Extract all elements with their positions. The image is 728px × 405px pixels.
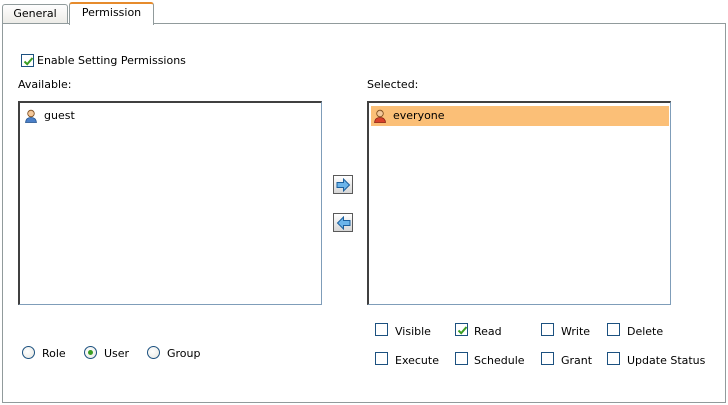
enable-permissions-checkbox[interactable]: [21, 54, 34, 67]
selected-list[interactable]: everyone: [367, 101, 671, 305]
tab-general[interactable]: General: [2, 4, 68, 24]
checkmark-icon: [457, 326, 468, 335]
radio-selected-dot: [88, 350, 93, 355]
arrow-right-icon: [336, 178, 351, 192]
visible-label: Visible: [395, 325, 431, 338]
arrow-left-icon: [336, 216, 351, 230]
execute-label: Execute: [395, 354, 439, 367]
selected-heading: Selected:: [367, 78, 419, 91]
user-radio-label: User: [104, 347, 130, 360]
update-status-checkbox[interactable]: [607, 352, 620, 365]
list-item-label: guest: [44, 109, 75, 122]
list-item[interactable]: everyone: [371, 106, 669, 126]
update-status-label: Update Status: [627, 354, 706, 367]
move-left-button[interactable]: [333, 213, 353, 232]
delete-label: Delete: [627, 325, 664, 338]
user-icon: [25, 109, 37, 123]
available-list[interactable]: guest: [18, 101, 322, 305]
list-item-label: everyone: [393, 109, 445, 122]
delete-checkbox[interactable]: [607, 323, 620, 336]
enable-permissions-label: Enable Setting Permissions: [37, 54, 186, 67]
role-radio[interactable]: [22, 346, 35, 359]
group-radio[interactable]: [147, 346, 160, 359]
group-radio-label: Group: [167, 347, 201, 360]
checkmark-icon: [23, 57, 34, 66]
grant-checkbox[interactable]: [541, 352, 554, 365]
write-label: Write: [561, 325, 591, 338]
visible-checkbox[interactable]: [375, 323, 388, 336]
move-right-button[interactable]: [333, 175, 353, 194]
write-checkbox[interactable]: [541, 323, 554, 336]
list-item[interactable]: guest: [22, 106, 318, 126]
read-checkbox[interactable]: [455, 323, 468, 336]
schedule-checkbox[interactable]: [455, 352, 468, 365]
role-radio-label: Role: [42, 347, 66, 360]
user-radio[interactable]: [84, 346, 97, 359]
schedule-label: Schedule: [474, 354, 525, 367]
read-label: Read: [474, 325, 502, 338]
role-icon: [374, 109, 386, 123]
tab-permission[interactable]: Permission: [69, 2, 154, 25]
grant-label: Grant: [561, 354, 593, 367]
execute-checkbox[interactable]: [375, 352, 388, 365]
tab-bar: General Permission: [0, 0, 728, 25]
available-heading: Available:: [18, 78, 72, 91]
